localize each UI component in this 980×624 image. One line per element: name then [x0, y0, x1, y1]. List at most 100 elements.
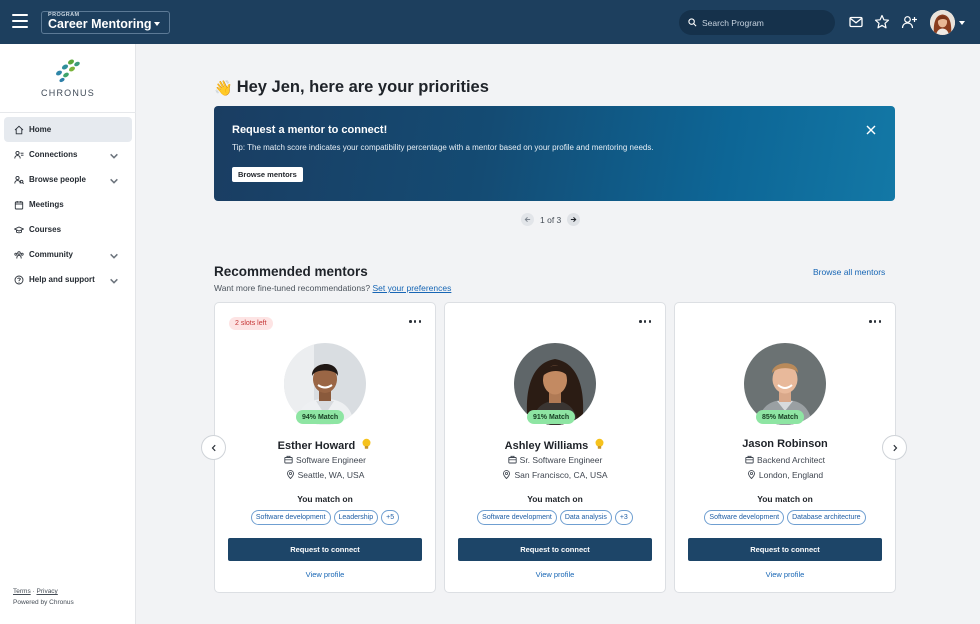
briefcase-icon — [284, 455, 293, 464]
browse-mentors-button[interactable]: Browse mentors — [232, 167, 303, 182]
sidebar-item-connections[interactable]: Connections — [4, 142, 132, 167]
sidebar-item-label: Meetings — [29, 200, 64, 209]
mentor-title: Sr. Software Engineer — [445, 455, 665, 465]
more-options-icon[interactable] — [639, 320, 651, 324]
mentor-title-text: Sr. Software Engineer — [519, 455, 603, 465]
mentor-location: London, England — [675, 470, 895, 480]
program-name: Career Mentoring — [48, 17, 152, 31]
chevron-left-icon — [211, 444, 216, 451]
calendar-icon — [14, 200, 24, 209]
sidebar-item-home[interactable]: Home — [4, 117, 132, 142]
chronus-logo[interactable]: CHRONUS — [0, 58, 136, 102]
match-chip[interactable]: Database architecture — [787, 510, 866, 525]
request-to-connect-button[interactable]: Request to connect — [688, 538, 882, 561]
banner-title: Request a mentor to connect! — [232, 124, 388, 136]
more-options-icon[interactable] — [869, 320, 881, 324]
set-preferences-link[interactable]: Set your preferences — [372, 283, 451, 293]
more-options-icon[interactable] — [409, 320, 421, 324]
view-profile-link[interactable]: View profile — [445, 570, 665, 579]
you-match-on-label: You match on — [527, 494, 583, 504]
search-box[interactable] — [679, 10, 835, 35]
wave-emoji: 👋 — [214, 79, 233, 97]
terms-link[interactable]: Terms — [13, 588, 31, 595]
chevron-down-icon[interactable] — [959, 21, 965, 25]
match-chip[interactable]: Software development — [250, 510, 331, 525]
sidebar-footer: Terms · Privacy Powered by Chronus — [13, 586, 74, 608]
match-badge: 91% Match — [527, 410, 576, 424]
sidebar-item-meetings[interactable]: Meetings — [4, 192, 132, 217]
mentor-location-text: London, England — [758, 470, 824, 480]
sidebar-item-browse-people[interactable]: Browse people — [4, 167, 132, 192]
carousel-previous-button[interactable] — [201, 435, 226, 460]
mentor-name-text: Esther Howard — [277, 440, 356, 452]
divider — [0, 112, 136, 113]
mentor-card: 91% Match Ashley Williams Sr. Software E… — [444, 302, 666, 593]
add-user-icon[interactable] — [900, 13, 918, 31]
mentor-name-text: Ashley Williams — [504, 440, 589, 452]
more-chips-badge[interactable]: +3 — [614, 510, 633, 525]
sidebar-item-label: Community — [29, 250, 73, 259]
chevron-down-icon — [110, 178, 118, 184]
search-input[interactable] — [702, 17, 822, 28]
carousel-next-button[interactable] — [882, 435, 907, 460]
match-chips: Software development Database architectu… — [675, 510, 895, 525]
privacy-link[interactable]: Privacy — [37, 588, 58, 595]
next-button[interactable] — [567, 213, 581, 226]
more-chips-badge[interactable]: +5 — [381, 510, 400, 525]
briefcase-icon — [745, 455, 754, 464]
mentor-title-text: Backend Architect — [756, 455, 826, 465]
match-chip[interactable]: Software development — [477, 510, 557, 525]
previous-button[interactable] — [521, 213, 534, 226]
match-chip[interactable]: Data analysis — [559, 510, 612, 525]
sidebar-item-help[interactable]: Help and support — [4, 267, 132, 292]
sidebar-item-label: Connections — [29, 150, 78, 159]
greeting-text: Hey Jen, here are your priorities — [236, 78, 489, 96]
community-icon — [14, 250, 24, 259]
sidebar-item-label: Home — [29, 125, 52, 134]
program-selector[interactable]: PROGRAM Career Mentoring — [41, 11, 170, 34]
banner-pager: 1 of 3 — [521, 213, 581, 226]
request-to-connect-button[interactable]: Request to connect — [458, 538, 652, 561]
menu-icon[interactable] — [12, 14, 28, 28]
match-chips: Software development Data analysis +3 — [445, 510, 665, 525]
match-badge: 94% Match — [296, 410, 345, 424]
sidebar-nav: Home Connections Browse people Meetings … — [4, 117, 132, 292]
request-to-connect-button[interactable]: Request to connect — [228, 538, 422, 561]
match-chip[interactable]: Leadership — [333, 510, 379, 525]
home-icon — [14, 125, 24, 134]
match-chip[interactable]: Software development — [704, 510, 785, 525]
you-match-on-label: You match on — [297, 494, 353, 504]
location-pin-icon — [503, 470, 511, 480]
arrow-right-icon — [571, 216, 577, 223]
sidebar-item-courses[interactable]: Courses — [4, 217, 132, 242]
match-badge: 85% Match — [756, 410, 805, 424]
mentor-location-text: Seattle, WA, USA — [297, 470, 365, 480]
browse-all-mentors-link[interactable]: Browse all mentors — [813, 267, 885, 277]
mentor-title: Software Engineer — [215, 455, 435, 465]
sidebar-item-label: Courses — [29, 225, 62, 234]
priority-banner: Request a mentor to connect! Tip: The ma… — [214, 106, 895, 201]
sidebar: CHRONUS Home Connections Browse people M… — [0, 44, 136, 624]
location-pin-icon — [747, 470, 755, 480]
chevron-down-icon — [110, 253, 118, 259]
mentor-location: Seattle, WA, USA — [215, 470, 435, 480]
view-profile-link[interactable]: View profile — [675, 570, 895, 579]
star-icon[interactable] — [873, 13, 891, 31]
mentor-name: Jason Robinson — [675, 438, 895, 450]
search-icon — [688, 18, 697, 27]
close-icon[interactable] — [866, 125, 876, 135]
chevron-down-icon — [154, 22, 160, 26]
avatar[interactable] — [930, 10, 955, 35]
mail-icon[interactable] — [847, 13, 865, 31]
pager-text: 1 of 3 — [540, 214, 562, 225]
mentor-title: Backend Architect — [675, 455, 895, 465]
subtitle-text: Want more fine-tuned recommendations? — [214, 283, 371, 293]
mentor-name: Esther Howard — [215, 438, 435, 452]
view-profile-link[interactable]: View profile — [215, 570, 435, 579]
sidebar-item-community[interactable]: Community — [4, 242, 132, 267]
top-bar: PROGRAM Career Mentoring — [0, 0, 980, 44]
briefcase-icon — [508, 455, 517, 464]
mentor-name-text: Jason Robinson — [742, 438, 828, 450]
slots-badge: 2 slots left — [229, 317, 273, 330]
mentor-name: Ashley Williams — [445, 438, 665, 452]
